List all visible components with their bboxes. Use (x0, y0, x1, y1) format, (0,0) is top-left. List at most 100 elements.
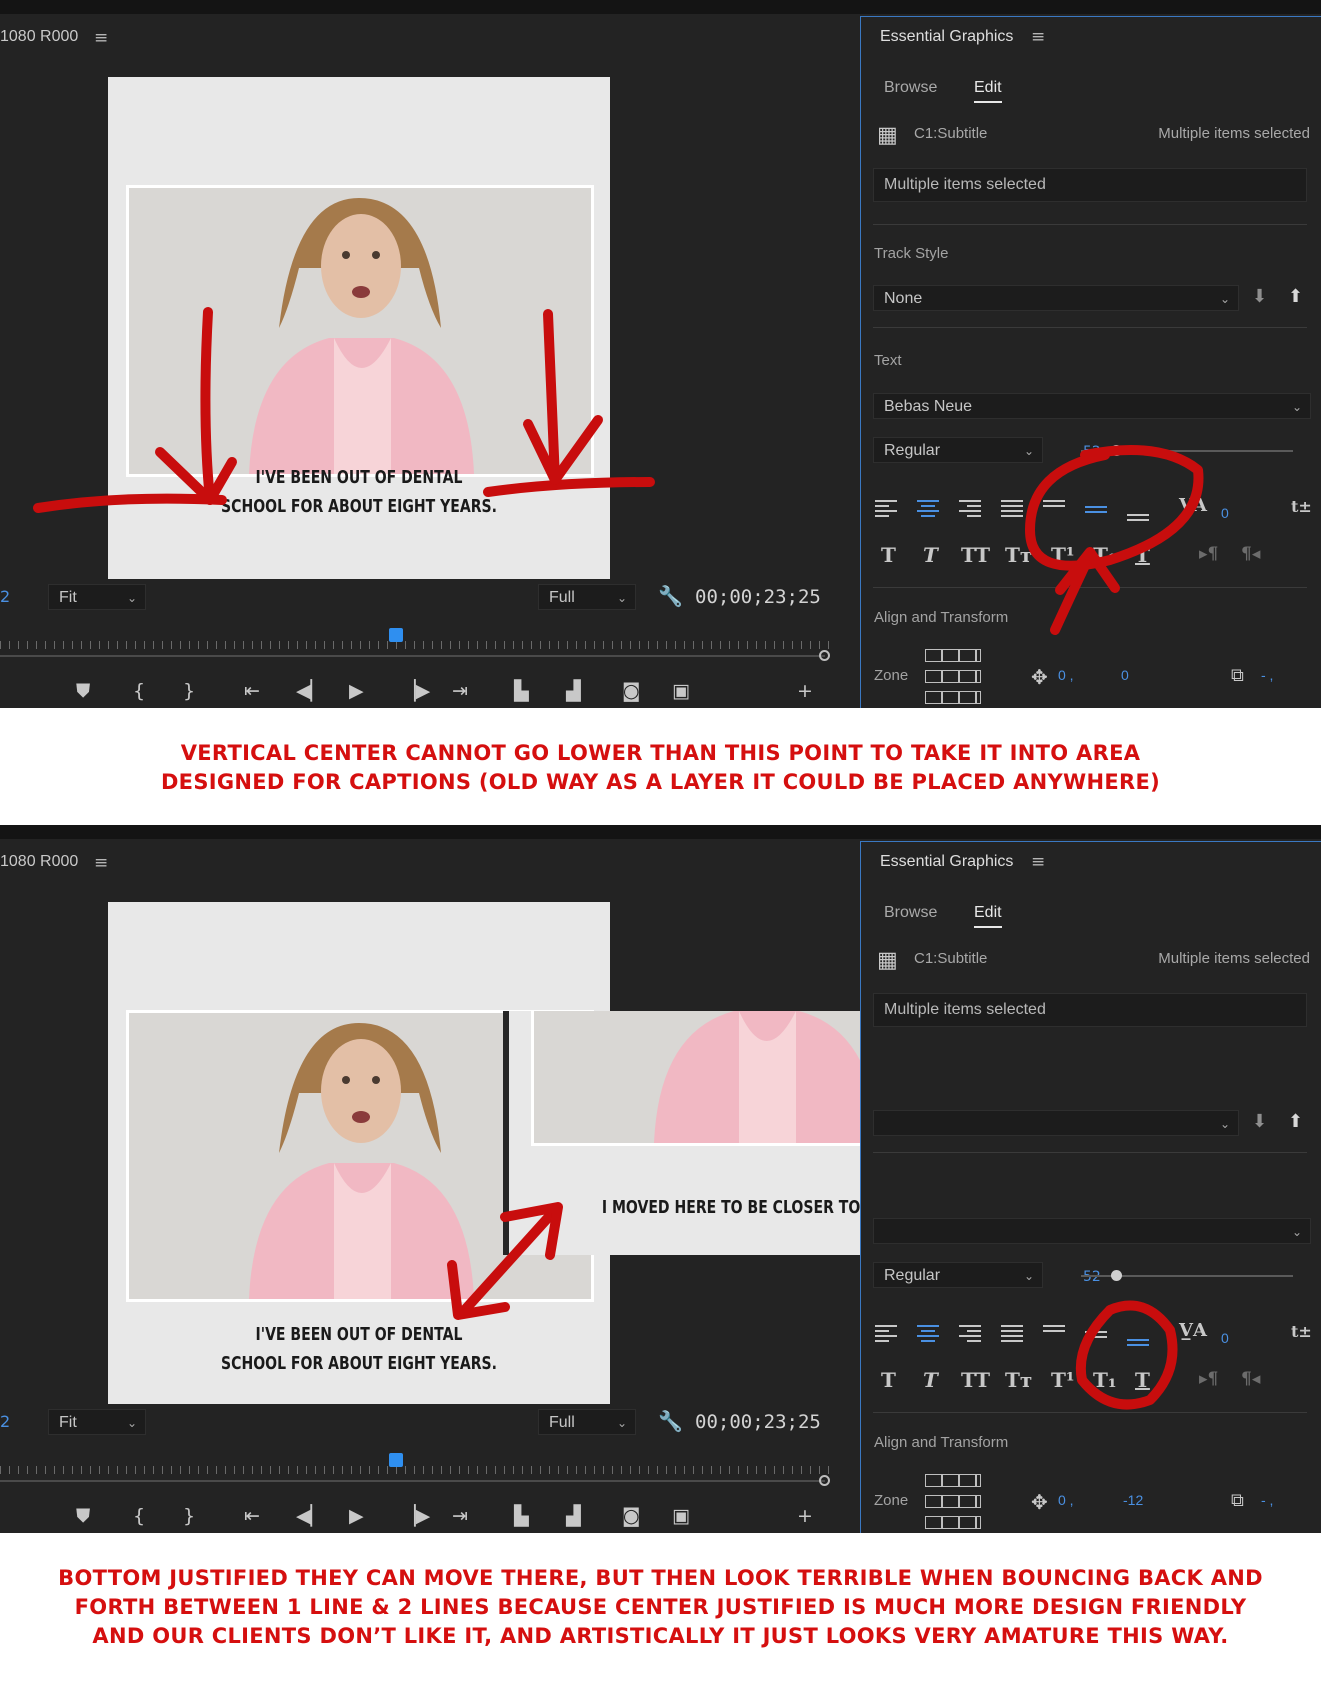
extract-icon[interactable]: ▟ (566, 1505, 581, 1527)
go-to-out-icon[interactable]: ⇥ (452, 680, 468, 702)
panel-menu-icon[interactable]: ≡ (1031, 27, 1045, 47)
mark-out-icon[interactable]: } (183, 680, 195, 702)
scrub-bar[interactable] (0, 1480, 825, 1482)
align-left-icon[interactable] (875, 500, 897, 518)
justify-icon[interactable] (1001, 1325, 1023, 1343)
wrench-icon[interactable]: 🔧 (658, 584, 683, 608)
mark-in-icon[interactable]: { (133, 680, 145, 702)
faux-bold-icon[interactable]: T (881, 543, 896, 567)
superscript-icon[interactable]: T¹ (1051, 543, 1075, 567)
tab-browse[interactable]: Browse (884, 904, 937, 922)
rtl-direction-icon[interactable]: ¶◂ (1241, 544, 1260, 564)
all-caps-icon[interactable]: TT (961, 1368, 990, 1392)
comparison-view-icon[interactable]: ▣ (672, 680, 690, 702)
add-button-icon[interactable]: + (797, 1505, 813, 1527)
small-caps-icon[interactable]: Tт (1005, 543, 1032, 567)
push-up-icon[interactable]: ⬆ (1288, 286, 1303, 307)
tab-edit[interactable]: Edit (974, 79, 1002, 103)
align-vertical-center-icon[interactable] (1085, 1331, 1107, 1349)
scale-value[interactable]: - , (1261, 1492, 1273, 1508)
scrub-end-handle[interactable] (819, 650, 830, 661)
font-family-select[interactable]: Bebas Neue ⌄ (873, 393, 1311, 419)
step-back-icon[interactable]: ◀▏ (296, 1505, 325, 1527)
playback-quality-select[interactable]: Full ⌄ (538, 584, 636, 610)
play-icon[interactable]: ▶ (349, 680, 364, 702)
go-to-out-icon[interactable]: ⇥ (452, 1505, 468, 1527)
slider-knob[interactable] (1111, 445, 1122, 456)
faux-italic-icon[interactable]: T (923, 543, 938, 567)
subscript-icon[interactable]: T₁ (1093, 543, 1117, 567)
step-back-icon[interactable]: ◀▏ (296, 680, 325, 702)
scrub-bar[interactable] (0, 655, 825, 657)
align-right-icon[interactable] (959, 500, 981, 518)
zoom-level-select[interactable]: Fit ⌄ (48, 584, 146, 610)
time-ruler[interactable] (0, 627, 835, 649)
scale-value[interactable]: - , (1261, 667, 1273, 683)
align-top-icon[interactable] (1043, 1325, 1065, 1343)
scrub-end-handle[interactable] (819, 1475, 830, 1486)
panel-menu-icon[interactable]: ≡ (1031, 852, 1045, 872)
camera-icon[interactable]: ◙ (622, 680, 640, 702)
font-size-slider[interactable] (1081, 1270, 1293, 1281)
monitor-menu-icon[interactable]: ≡ (94, 28, 108, 48)
ltr-direction-icon[interactable]: ▸¶ (1199, 1369, 1218, 1389)
push-up-icon[interactable]: ⬆ (1288, 1111, 1303, 1132)
slider-knob[interactable] (1111, 1270, 1122, 1281)
push-down-icon[interactable]: ⬇ (1252, 1111, 1267, 1132)
leading-icon[interactable]: t± (1291, 1322, 1312, 1341)
align-center-icon[interactable] (917, 1325, 939, 1343)
faux-bold-icon[interactable]: T (881, 1368, 896, 1392)
zone-grid-icon[interactable] (925, 649, 981, 708)
zone-grid-icon[interactable] (925, 1474, 981, 1533)
caption-text-field[interactable]: Multiple items selected (873, 168, 1307, 202)
step-forward-icon[interactable]: ▕▶ (401, 680, 430, 702)
wrench-icon[interactable]: 🔧 (658, 1409, 683, 1433)
position-y-value[interactable]: -12 (1123, 1492, 1143, 1508)
font-family-select[interactable]: ⌄ (873, 1218, 1311, 1244)
mark-in-icon[interactable]: { (133, 1505, 145, 1527)
all-caps-icon[interactable]: TT (961, 543, 990, 567)
zoom-level-select[interactable]: Fit ⌄ (48, 1409, 146, 1435)
font-style-select[interactable]: Regular ⌄ (873, 1262, 1043, 1288)
monitor-menu-icon[interactable]: ≡ (94, 853, 108, 873)
font-size-value[interactable]: 52 (1083, 1269, 1101, 1285)
tracking-value[interactable]: 0 (1221, 1330, 1229, 1346)
align-bottom-icon[interactable] (1127, 1339, 1149, 1357)
track-style-select[interactable]: None ⌄ (873, 285, 1239, 311)
small-caps-icon[interactable]: Tт (1005, 1368, 1032, 1392)
align-right-icon[interactable] (959, 1325, 981, 1343)
align-left-icon[interactable] (875, 1325, 897, 1343)
font-size-slider[interactable] (1081, 445, 1293, 456)
align-top-icon[interactable] (1043, 500, 1065, 518)
add-button-icon[interactable]: + (797, 680, 813, 702)
time-ruler[interactable] (0, 1452, 835, 1474)
underline-icon[interactable]: T (1135, 543, 1150, 567)
position-x-value[interactable]: 0 , (1058, 1492, 1074, 1508)
lift-icon[interactable]: ▙ (514, 680, 529, 702)
extract-icon[interactable]: ▟ (566, 680, 581, 702)
track-style-select[interactable]: ⌄ (873, 1110, 1239, 1136)
playhead[interactable] (389, 628, 403, 642)
leading-icon[interactable]: t± (1291, 497, 1312, 516)
play-icon[interactable]: ▶ (349, 1505, 364, 1527)
rtl-direction-icon[interactable]: ¶◂ (1241, 1369, 1260, 1389)
ltr-direction-icon[interactable]: ▸¶ (1199, 544, 1218, 564)
mark-out-icon[interactable]: } (183, 1505, 195, 1527)
playhead[interactable] (389, 1453, 403, 1467)
tracking-value[interactable]: 0 (1221, 505, 1229, 521)
add-marker-icon[interactable]: ⛊ (76, 1505, 90, 1527)
align-center-icon[interactable] (917, 500, 939, 518)
align-bottom-icon[interactable] (1127, 514, 1149, 532)
position-y-value[interactable]: 0 (1121, 667, 1129, 683)
push-down-icon[interactable]: ⬇ (1252, 286, 1267, 307)
go-to-in-icon[interactable]: ⇤ (244, 680, 260, 702)
subscript-icon[interactable]: T₁ (1093, 1368, 1117, 1392)
tab-edit[interactable]: Edit (974, 904, 1002, 928)
add-marker-icon[interactable]: ⛊ (76, 680, 90, 702)
comparison-view-icon[interactable]: ▣ (672, 1505, 690, 1527)
position-x-value[interactable]: 0 , (1058, 667, 1074, 683)
step-forward-icon[interactable]: ▕▶ (401, 1505, 430, 1527)
font-size-value[interactable]: 52 (1083, 444, 1101, 460)
font-style-select[interactable]: Regular ⌄ (873, 437, 1043, 463)
tab-browse[interactable]: Browse (884, 79, 937, 97)
